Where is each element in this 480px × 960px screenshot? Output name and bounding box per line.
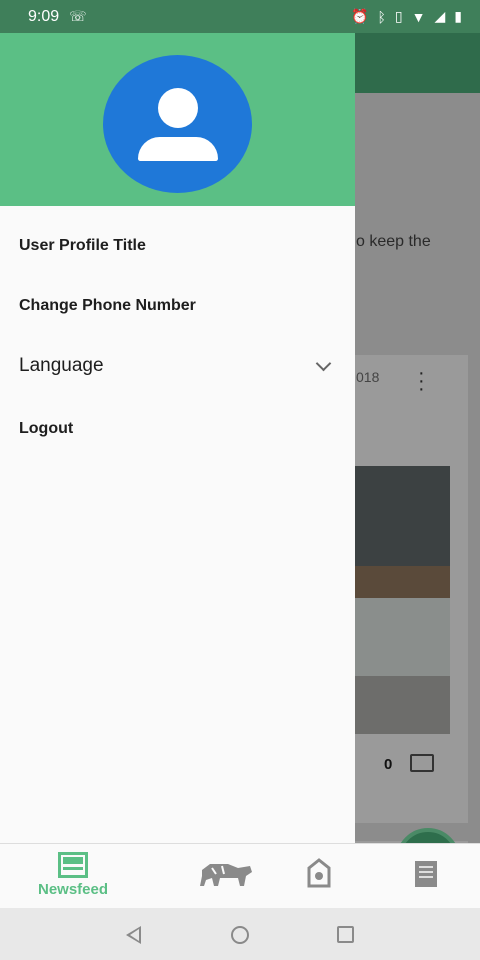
drawer-item-change-phone[interactable]: Change Phone Number <box>19 297 196 315</box>
bottom-navigation: Newsfeed <box>0 843 480 908</box>
person-icon-body <box>138 137 218 161</box>
recents-icon[interactable] <box>337 926 354 943</box>
back-icon[interactable] <box>126 926 141 944</box>
add-post-fab[interactable]: + <box>396 828 460 843</box>
drawer-header <box>0 33 355 206</box>
vibrate-icon: ▯ <box>394 8 403 24</box>
tab-newsfeed-label: Newsfeed <box>38 881 109 898</box>
drawer-item-user-profile[interactable]: User Profile Title <box>19 237 146 255</box>
avatar[interactable] <box>103 55 252 193</box>
signal-icon: ◢ <box>434 8 446 24</box>
more-vert-icon[interactable]: · · · <box>418 363 425 399</box>
wifi-call-icon: ☏ <box>69 8 87 24</box>
language-label: Language <box>19 355 104 376</box>
battery-icon: ▮ <box>454 8 462 24</box>
drawer-item-logout[interactable]: Logout <box>19 420 73 438</box>
alarm-icon: ⏰ <box>351 8 369 24</box>
tag-icon <box>307 858 331 888</box>
newsfeed-icon <box>58 852 89 878</box>
navigation-drawer: User Profile Title Change Phone Number L… <box>0 33 355 843</box>
tab-tag[interactable] <box>306 858 332 888</box>
status-icons: ⏰ ᛒ ▯ ▼ ◢ ▮ <box>351 8 462 25</box>
comment-icon[interactable] <box>410 754 434 772</box>
livestock-icon <box>200 864 252 886</box>
post-date: 018 <box>356 369 380 385</box>
tab-documents[interactable] <box>414 860 438 888</box>
document-icon <box>415 861 437 887</box>
post-image <box>350 466 450 734</box>
bluetooth-icon: ᛒ <box>377 8 386 25</box>
status-bar: 9:09 ☏ ⏰ ᛒ ▯ ▼ ◢ ▮ <box>0 0 480 33</box>
home-icon[interactable] <box>231 926 249 944</box>
tab-livestock[interactable] <box>198 858 254 888</box>
system-navigation <box>0 908 480 960</box>
status-time: 9:09 <box>28 7 60 25</box>
drawer-item-language[interactable]: Language <box>19 355 332 377</box>
chevron-down-icon <box>315 355 332 371</box>
tab-newsfeed[interactable]: Newsfeed <box>38 852 108 898</box>
feed-snippet: o keep the <box>356 233 431 250</box>
person-icon <box>158 88 198 128</box>
wifi-icon: ▼ <box>411 8 426 25</box>
comment-count: 0 <box>384 756 393 773</box>
